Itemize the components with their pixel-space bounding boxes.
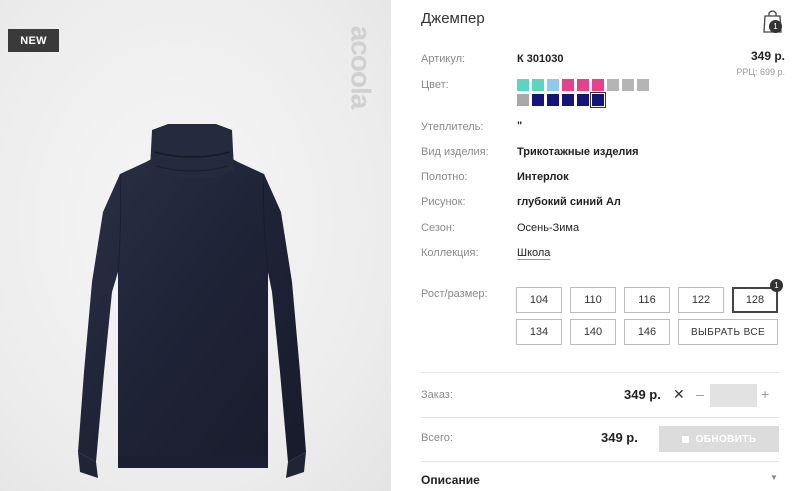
size-option[interactable]: 110 — [570, 287, 616, 313]
product-type-label: Вид изделия: — [421, 146, 489, 158]
color-swatch[interactable] — [532, 79, 544, 91]
color-swatches — [517, 79, 662, 108]
qty-minus-button[interactable]: – — [696, 386, 704, 402]
qty-plus-button[interactable]: + — [761, 386, 769, 402]
color-swatch[interactable] — [562, 79, 574, 91]
divider — [421, 417, 779, 418]
size-option-selected[interactable]: 128 — [732, 287, 778, 313]
size-option-selected-wrap: 128 1 — [732, 279, 783, 313]
color-swatch[interactable] — [622, 79, 634, 91]
product-price: 349 р. — [750, 49, 785, 63]
size-option[interactable]: 122 — [678, 287, 724, 313]
color-swatch[interactable] — [562, 94, 574, 106]
size-option[interactable]: 140 — [570, 319, 616, 345]
article-label: Артикул: — [421, 53, 466, 65]
order-label: Заказ: — [421, 389, 453, 401]
size-grid: 104 110 116 122 128 1 134 140 146 ВЫБРАТ… — [516, 279, 786, 345]
update-button[interactable]: ОБНОВИТЬ — [659, 426, 779, 452]
clear-order-icon[interactable]: ✕ — [673, 386, 685, 403]
product-rrp: РРЦ: 699 р. — [736, 67, 785, 77]
product-details: Джемпер 1 Артикул: К 301030 349 р. РРЦ: … — [421, 0, 800, 491]
update-button-label: ОБНОВИТЬ — [695, 433, 757, 445]
description-toggle[interactable]: Описание — [421, 473, 480, 487]
cart-small-icon — [681, 435, 689, 443]
divider — [421, 372, 779, 373]
size-option[interactable]: 116 — [624, 287, 670, 313]
total-label: Всего: — [421, 432, 453, 444]
pattern-label: Рисунок: — [421, 196, 466, 208]
divider — [421, 461, 779, 462]
article-value: К 301030 — [517, 53, 564, 65]
color-swatch[interactable] — [577, 79, 589, 91]
color-swatch[interactable] — [577, 94, 589, 106]
size-label: Рост/размер: — [421, 288, 488, 300]
color-swatch[interactable] — [592, 79, 604, 91]
pattern-value: глубокий синий Ал — [517, 196, 621, 208]
product-image[interactable]: NEW acoola — [0, 0, 391, 491]
color-label: Цвет: — [421, 79, 449, 91]
total-price: 349 р. — [601, 430, 638, 445]
season-label: Сезон: — [421, 222, 455, 234]
collection-label: Коллекция: — [421, 247, 479, 259]
color-swatch[interactable] — [547, 94, 559, 106]
size-option[interactable]: 134 — [516, 319, 562, 345]
color-swatch[interactable] — [517, 79, 529, 91]
chevron-down-icon[interactable]: ▼ — [770, 473, 778, 482]
product-title: Джемпер — [421, 10, 485, 27]
color-swatch[interactable] — [532, 94, 544, 106]
size-option[interactable]: 146 — [624, 319, 670, 345]
color-swatch[interactable] — [637, 79, 649, 91]
color-swatch[interactable] — [590, 92, 606, 108]
new-badge: NEW — [8, 29, 59, 52]
size-count-badge: 1 — [770, 279, 783, 292]
sweater-picture — [78, 124, 306, 478]
brand-watermark: acoola — [345, 25, 377, 109]
product-type-value: Трикотажные изделия — [517, 146, 639, 158]
collection-link[interactable]: Школа — [517, 247, 550, 259]
insulation-value: " — [517, 120, 523, 132]
color-swatch[interactable] — [607, 79, 619, 91]
color-swatch[interactable] — [547, 79, 559, 91]
season-value: Осень-Зима — [517, 222, 580, 234]
select-all-sizes-button[interactable]: ВЫБРАТЬ ВСЕ — [678, 319, 778, 345]
color-swatch[interactable] — [517, 94, 529, 106]
fabric-value: Интерлок — [517, 171, 569, 183]
insulation-label: Утеплитель: — [421, 121, 484, 133]
order-price: 349 р. — [624, 387, 661, 402]
fabric-label: Полотно: — [421, 171, 468, 183]
cart-count-badge: 1 — [769, 20, 782, 33]
size-option[interactable]: 104 — [516, 287, 562, 313]
quantity-input[interactable] — [710, 384, 757, 407]
